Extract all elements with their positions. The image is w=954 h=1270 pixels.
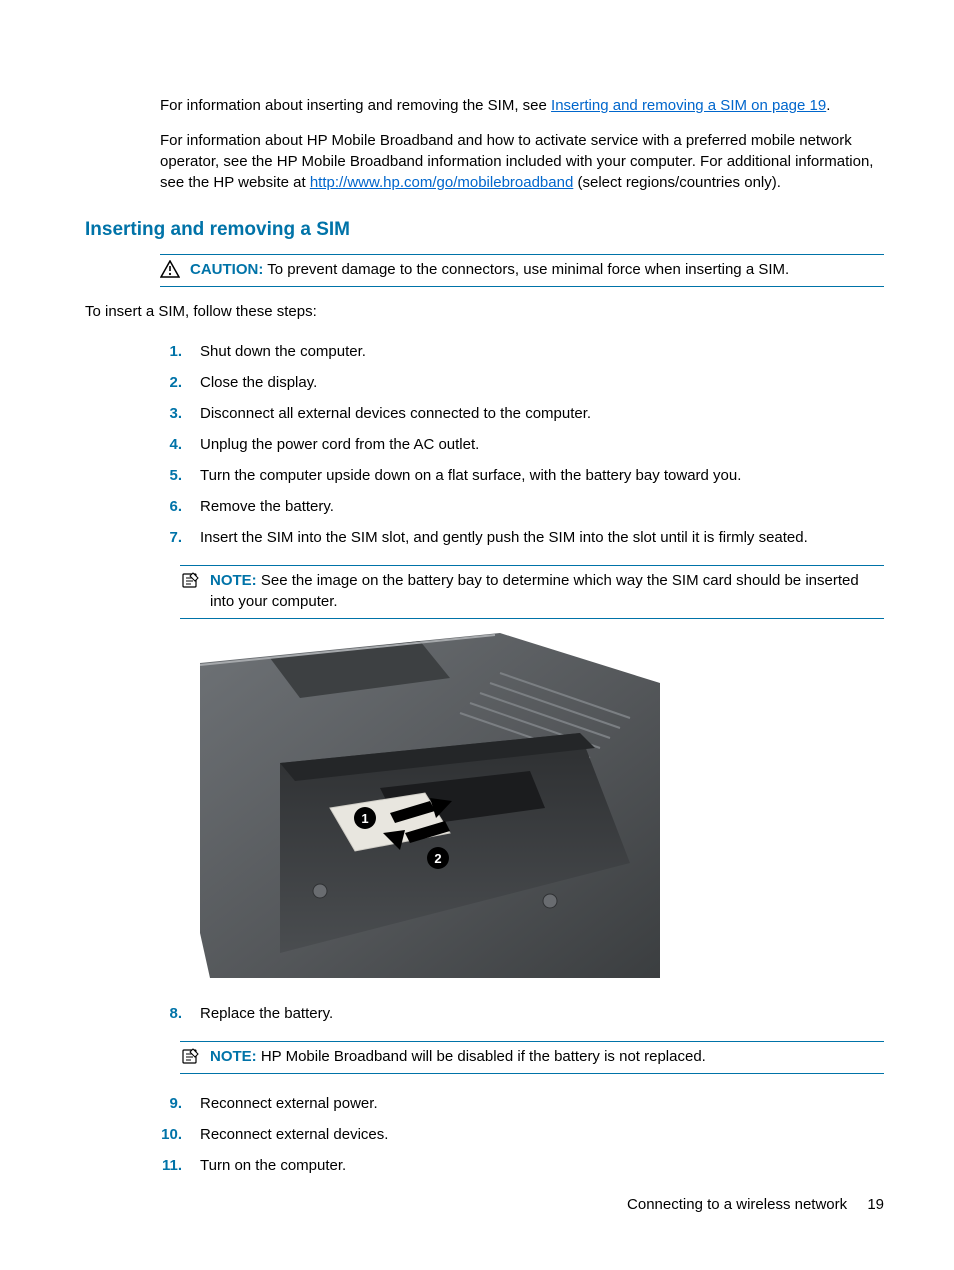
step-item: 1. Shut down the computer. — [160, 336, 884, 367]
step-item: 10. Reconnect external devices. — [160, 1119, 884, 1150]
note-text: See the image on the battery bay to dete… — [210, 572, 859, 610]
step-text: Shut down the computer. — [200, 341, 884, 362]
note-label: NOTE: — [210, 1048, 257, 1065]
step-number: 4. — [160, 434, 182, 455]
steps-list: 9. Reconnect external power. 10. Reconnect… — [160, 1088, 884, 1181]
step-number: 2. — [160, 372, 182, 393]
text: (select regions/countries only). — [573, 174, 781, 191]
step-text: Replace the battery. — [200, 1003, 884, 1024]
sim-insertion-figure: 1 2 — [200, 633, 884, 978]
note-text: HP Mobile Broadband will be disabled if … — [261, 1048, 706, 1065]
step-number: 7. — [160, 527, 182, 548]
note-icon — [180, 1046, 204, 1065]
step-item: 3. Disconnect all external devices connec… — [160, 398, 884, 429]
svg-text:2: 2 — [434, 851, 441, 866]
sim-crossref-link[interactable]: Inserting and removing a SIM on page 19 — [551, 97, 826, 114]
step-text: Close the display. — [200, 372, 884, 393]
step-text: Unplug the power cord from the AC outlet… — [200, 434, 884, 455]
step-text: Reconnect external devices. — [200, 1124, 884, 1145]
step-number: 8. — [160, 1003, 182, 1024]
text: For information about inserting and remo… — [160, 97, 551, 114]
text: . — [826, 97, 830, 114]
page-footer: Connecting to a wireless network 19 — [627, 1194, 884, 1215]
page-number: 19 — [867, 1196, 884, 1213]
caution-text: To prevent damage to the connectors, use… — [267, 261, 789, 278]
step-number: 5. — [160, 465, 182, 486]
step-text: Turn on the computer. — [200, 1155, 884, 1176]
step-item: 7. Insert the SIM into the SIM slot, and … — [160, 522, 884, 553]
step-item: 2. Close the display. — [160, 367, 884, 398]
lead-in: To insert a SIM, follow these steps: — [85, 301, 884, 322]
step-text: Insert the SIM into the SIM slot, and ge… — [200, 527, 884, 548]
step-number: 6. — [160, 496, 182, 517]
step-item: 11. Turn on the computer. — [160, 1150, 884, 1181]
step-number: 10. — [160, 1124, 182, 1145]
step-text: Reconnect external power. — [200, 1093, 884, 1114]
caution-icon — [160, 259, 184, 278]
step-item: 8. Replace the battery. — [160, 998, 884, 1029]
note-label: NOTE: — [210, 572, 257, 589]
step-text: Turn the computer upside down on a flat … — [200, 465, 884, 486]
svg-text:1: 1 — [361, 811, 368, 826]
step-text: Remove the battery. — [200, 496, 884, 517]
step-item: 9. Reconnect external power. — [160, 1088, 884, 1119]
intro-paragraph-2: For information about HP Mobile Broadban… — [160, 130, 884, 193]
steps-list: 8. Replace the battery. — [160, 998, 884, 1029]
step-text: Disconnect all external devices connecte… — [200, 403, 884, 424]
step-item: 6. Remove the battery. — [160, 491, 884, 522]
step-number: 11. — [160, 1155, 182, 1176]
note-icon — [180, 570, 204, 589]
section-heading: Inserting and removing a SIM — [85, 217, 884, 244]
step-number: 1. — [160, 341, 182, 362]
hp-broadband-link[interactable]: http://www.hp.com/go/mobilebroadband — [310, 174, 574, 191]
note-callout-1: NOTE: See the image on the battery bay t… — [180, 565, 884, 619]
caution-callout: CAUTION: To prevent damage to the connec… — [160, 254, 884, 287]
steps-list: 1. Shut down the computer. 2. Close the di… — [160, 336, 884, 553]
document-page: For information about inserting and remo… — [0, 0, 954, 1270]
intro-paragraph-1: For information about inserting and remo… — [160, 95, 884, 116]
caution-label: CAUTION: — [190, 261, 263, 278]
step-item: 4. Unplug the power cord from the AC outl… — [160, 429, 884, 460]
step-number: 3. — [160, 403, 182, 424]
note-callout-2: NOTE: HP Mobile Broadband will be disabl… — [180, 1041, 884, 1074]
footer-section: Connecting to a wireless network — [627, 1196, 847, 1213]
step-number: 9. — [160, 1093, 182, 1114]
step-item: 5. Turn the computer upside down on a fla… — [160, 460, 884, 491]
